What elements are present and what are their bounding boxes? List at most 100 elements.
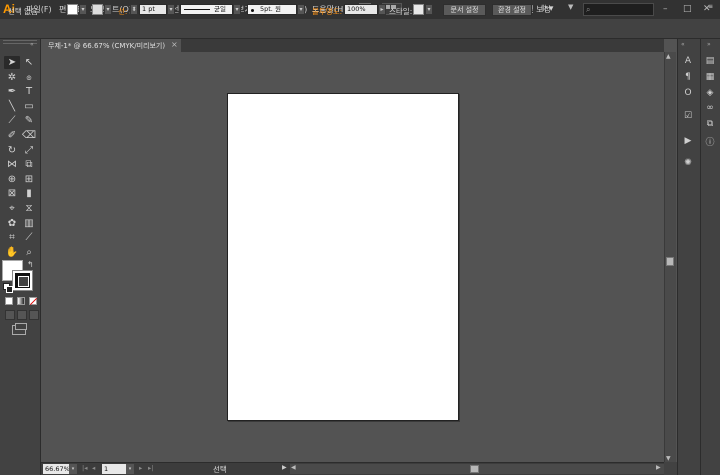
paragraph-icon[interactable]: ¶	[680, 70, 696, 84]
artboard[interactable]	[227, 93, 459, 421]
paintbrush-tool[interactable]: ⟋	[4, 114, 20, 127]
zoom-tool[interactable]: ⌕	[21, 246, 37, 259]
graphic-style-swatch[interactable]	[413, 4, 424, 15]
info-icon[interactable]: ⓘ	[702, 136, 718, 150]
scale-tool[interactable]: ⤢	[21, 144, 37, 157]
swap-fill-stroke-icon[interactable]: ↰	[27, 260, 34, 269]
direct-selection-tool[interactable]: ↖	[21, 56, 37, 69]
stroke-weight-stepper[interactable]: ⬍	[130, 4, 138, 15]
dock-expand-icon[interactable]: »	[707, 41, 711, 48]
blob-brush-tool[interactable]: ✐	[4, 129, 20, 142]
stroke-weight-field[interactable]: 1 pt	[139, 4, 167, 15]
perspective-grid-tool[interactable]: ⊞	[21, 173, 37, 186]
panel-dock-middle	[677, 39, 700, 475]
draw-inside-icon[interactable]	[29, 310, 39, 320]
preferences-button[interactable]: 환경 설정	[492, 4, 532, 16]
eyedropper-tool[interactable]: ⌖	[4, 202, 20, 215]
search-input[interactable]: ⌕	[583, 3, 654, 16]
free-transform-tool[interactable]: ⧉	[21, 158, 37, 171]
first-artboard-button[interactable]: |◂	[82, 464, 87, 472]
width-tool[interactable]: ⋈	[4, 158, 20, 171]
opentype-icon[interactable]: O	[680, 86, 696, 100]
next-artboard-button[interactable]: ▸	[139, 464, 142, 472]
stroke-label[interactable]: 선:	[118, 6, 127, 17]
links-icon[interactable]: ∞	[702, 101, 718, 115]
fill-dropdown[interactable]: ▾	[79, 4, 87, 15]
artboard-dropdown[interactable]: ▾	[126, 464, 134, 474]
zoom-dropdown[interactable]: ▾	[69, 464, 77, 474]
dock-collapse-icon[interactable]: «	[681, 41, 685, 48]
gradient-mode-icon[interactable]	[17, 297, 25, 305]
chevron-down-icon[interactable]: ▼	[568, 3, 573, 11]
selection-tool[interactable]: ➤	[4, 56, 20, 69]
scroll-left-icon[interactable]: ◀	[291, 464, 296, 471]
default-fill-stroke-icon[interactable]	[3, 283, 13, 293]
type-tool[interactable]: T	[21, 85, 37, 98]
column-graph-tool[interactable]: ▥	[21, 217, 37, 230]
opacity-field[interactable]: 100%	[344, 4, 378, 15]
stroke-color-box[interactable]	[13, 271, 32, 290]
search-icon: ⌕	[586, 5, 591, 14]
artboards-icon[interactable]: ⧉	[702, 117, 718, 131]
none-mode-icon[interactable]	[29, 297, 38, 306]
lasso-tool[interactable]: ၜ	[21, 71, 37, 84]
artboard-tool[interactable]: ⌗	[4, 231, 20, 244]
draw-behind-icon[interactable]	[17, 310, 27, 320]
screen-mode-icon[interactable]	[12, 323, 27, 335]
artboard-number-field[interactable]: 1	[102, 464, 126, 474]
close-icon[interactable]: ×	[171, 40, 178, 49]
minimize-button[interactable]: –	[663, 4, 668, 14]
previous-artboard-button[interactable]: ◂	[92, 464, 95, 472]
character-icon[interactable]: A	[680, 54, 696, 68]
zoom-field[interactable]: 66.67%	[43, 464, 70, 474]
brush-size-label: 5pt. 원	[260, 5, 281, 13]
maximize-button[interactable]: □	[683, 4, 692, 14]
variable-width-profile[interactable]: 균일	[180, 4, 233, 15]
scroll-right-icon[interactable]: ▶	[656, 464, 661, 471]
symbol-sprayer-tool[interactable]: ✿	[4, 217, 20, 230]
flag-icon[interactable]: ▶	[680, 134, 696, 148]
checklist-icon[interactable]: ☑	[680, 109, 696, 123]
line-segment-tool[interactable]: ╲	[4, 100, 20, 113]
brush-definition[interactable]: 5pt. 원	[247, 4, 297, 15]
style-dropdown[interactable]: ▾	[425, 4, 433, 15]
scroll-up-icon[interactable]: ▲	[666, 53, 671, 60]
slice-tool[interactable]: ⟋	[21, 231, 37, 244]
brush-dropdown[interactable]: ▾	[297, 4, 305, 15]
mesh-tool[interactable]: ⊠	[4, 187, 20, 200]
vertical-scroll-thumb[interactable]	[666, 257, 674, 266]
control-bar	[0, 19, 720, 39]
color-mode-icon[interactable]	[5, 297, 13, 305]
draw-normal-icon[interactable]	[5, 310, 15, 320]
fill-color-swatch[interactable]	[67, 4, 78, 15]
document-info-icon[interactable]: ▤	[702, 54, 718, 68]
pencil-tool[interactable]: ✎	[21, 114, 37, 127]
profile-dropdown[interactable]: ▾	[233, 4, 241, 15]
gradient-tool[interactable]: ▮	[21, 187, 37, 200]
eraser-tool[interactable]: ⌫	[21, 129, 37, 142]
magic-wand-tool[interactable]: ✲	[4, 71, 20, 84]
stroke-dropdown[interactable]: ▾	[104, 4, 112, 15]
document-setup-button[interactable]: 문서 설정	[443, 4, 486, 16]
panel-menu-icon[interactable]: ≡	[708, 3, 713, 10]
last-artboard-button[interactable]: ▸|	[148, 464, 153, 472]
shape-builder-tool[interactable]: ⊕	[4, 173, 20, 186]
stroke-weight-dropdown[interactable]: ▾	[167, 4, 175, 15]
stroke-color-swatch[interactable]	[92, 4, 103, 15]
style-label: 스타일:	[389, 7, 413, 16]
status-menu-icon[interactable]: ▶	[282, 464, 287, 471]
scroll-down-icon[interactable]: ▼	[666, 455, 671, 462]
rotate-tool[interactable]: ↻	[4, 144, 20, 157]
opacity-dropdown[interactable]: ▸	[378, 4, 386, 15]
layers-icon[interactable]: ◈	[702, 86, 718, 100]
collapse-icon[interactable]: «	[30, 41, 34, 48]
rectangle-tool[interactable]: ▭	[21, 100, 37, 113]
pen-tool[interactable]: ✒	[4, 85, 20, 98]
opacity-label[interactable]: 불투명도:	[312, 6, 342, 17]
blend-tool[interactable]: ⧖	[21, 202, 37, 215]
horizontal-scroll-thumb[interactable]	[470, 465, 479, 473]
transform-icon[interactable]: ▦	[702, 70, 718, 84]
sun-icon[interactable]: ✺	[680, 156, 696, 170]
hand-tool[interactable]: ✋	[4, 246, 20, 259]
arrange-icon[interactable]: ⊪▾	[541, 4, 553, 14]
